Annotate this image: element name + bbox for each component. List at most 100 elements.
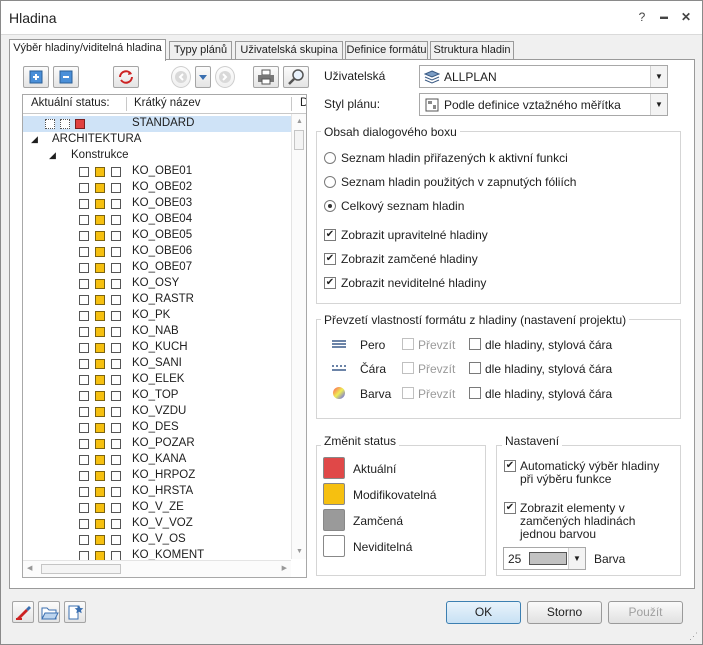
- status-checkbox[interactable]: [111, 487, 121, 497]
- status-color-button[interactable]: [323, 535, 345, 557]
- status-label[interactable]: Neviditelná: [353, 540, 412, 554]
- status-checkbox[interactable]: [75, 119, 85, 129]
- help-button[interactable]: ?: [634, 9, 650, 25]
- column-header-short-name[interactable]: Krátký název: [134, 97, 200, 109]
- status-checkbox[interactable]: [95, 375, 105, 385]
- status-checkbox[interactable]: [111, 343, 121, 353]
- status-checkbox[interactable]: [111, 183, 121, 193]
- status-checkbox[interactable]: [95, 215, 105, 225]
- layer-row[interactable]: KO_OSY: [23, 276, 293, 292]
- show-locked-checkbox[interactable]: ✔: [324, 253, 336, 265]
- status-checkbox[interactable]: [79, 359, 89, 369]
- status-checkbox[interactable]: [111, 327, 121, 337]
- status-checkbox[interactable]: [95, 327, 105, 337]
- layer-row[interactable]: KO_HRSTA: [23, 484, 293, 500]
- status-checkbox[interactable]: [95, 423, 105, 433]
- scroll-right-icon[interactable]: ▶: [282, 564, 287, 572]
- status-checkbox[interactable]: [79, 423, 89, 433]
- resize-grip-icon[interactable]: ⋰: [689, 631, 698, 642]
- scroll-left-icon[interactable]: ◀: [27, 564, 32, 572]
- status-checkbox[interactable]: [111, 311, 121, 321]
- status-checkbox[interactable]: [95, 359, 105, 369]
- status-checkbox[interactable]: [95, 487, 105, 497]
- status-checkbox[interactable]: [111, 407, 121, 417]
- layer-row[interactable]: KO_NAB: [23, 324, 293, 340]
- status-checkbox[interactable]: [111, 263, 121, 273]
- status-checkbox[interactable]: [111, 519, 121, 529]
- radio-active-function[interactable]: [324, 152, 336, 164]
- add-layer-button[interactable]: [23, 66, 49, 88]
- status-checkbox[interactable]: [79, 407, 89, 417]
- show-hidden-label[interactable]: Zobrazit neviditelné hladiny: [341, 276, 486, 290]
- ok-button[interactable]: OK: [446, 601, 521, 624]
- status-checkbox[interactable]: [111, 375, 121, 385]
- show-editable-checkbox[interactable]: ✔: [324, 229, 336, 241]
- layer-row[interactable]: KO_OBE06: [23, 244, 293, 260]
- status-checkbox[interactable]: [111, 295, 121, 305]
- status-checkbox[interactable]: [111, 535, 121, 545]
- status-checkbox[interactable]: [95, 391, 105, 401]
- show-editable-label[interactable]: Zobrazit upravitelné hladiny: [341, 228, 488, 242]
- radio-full-list[interactable]: [324, 200, 336, 212]
- layer-row[interactable]: KO_OBE05: [23, 228, 293, 244]
- show-locked-color-line3[interactable]: jednou barvou: [520, 527, 596, 541]
- pen-take-checkbox[interactable]: [402, 338, 414, 350]
- forward-button[interactable]: [215, 66, 235, 88]
- layer-row[interactable]: KO_V_ZE: [23, 500, 293, 516]
- line-by-layer-checkbox[interactable]: [469, 362, 481, 374]
- auto-select-label-line2[interactable]: při výběru funkce: [520, 472, 611, 486]
- column-header-d[interactable]: D: [300, 97, 306, 109]
- status-checkbox[interactable]: [95, 295, 105, 305]
- layer-row[interactable]: KO_OBE04: [23, 212, 293, 228]
- pen-by-layer-label[interactable]: dle hladiny, stylová čára: [485, 338, 612, 352]
- layer-row[interactable]: KO_OBE01: [23, 164, 293, 180]
- show-locked-color-checkbox[interactable]: ✔: [504, 502, 516, 514]
- tree-node-konstrukce[interactable]: ◢ Konstrukce: [23, 148, 293, 164]
- status-checkbox[interactable]: [95, 311, 105, 321]
- close-button[interactable]: ✕: [678, 9, 694, 25]
- expand-arrow-icon[interactable]: ◢: [31, 134, 38, 145]
- status-checkbox[interactable]: [79, 455, 89, 465]
- status-checkbox[interactable]: [79, 375, 89, 385]
- status-checkbox[interactable]: [79, 215, 89, 225]
- show-locked-color-line2[interactable]: zamčených hladinách: [520, 514, 635, 528]
- show-hidden-checkbox[interactable]: ✔: [324, 277, 336, 289]
- status-checkbox[interactable]: [79, 199, 89, 209]
- horizontal-scrollbar[interactable]: ◀ ▶: [23, 560, 291, 577]
- layer-row[interactable]: KO_VZDU: [23, 404, 293, 420]
- tree-row-standard[interactable]: STANDARD: [23, 116, 291, 132]
- status-checkbox[interactable]: [79, 183, 89, 193]
- layer-row[interactable]: KO_KANA: [23, 452, 293, 468]
- layer-row[interactable]: KO_ELEK: [23, 372, 293, 388]
- color-take-checkbox[interactable]: [402, 387, 414, 399]
- auto-select-checkbox[interactable]: ✔: [504, 460, 516, 472]
- status-checkbox[interactable]: [95, 263, 105, 273]
- status-checkbox[interactable]: [79, 439, 89, 449]
- vertical-scrollbar[interactable]: ▲ ▼: [291, 114, 306, 559]
- layer-row[interactable]: KO_KUCH: [23, 340, 293, 356]
- layer-row[interactable]: KO_TOP: [23, 388, 293, 404]
- print-button[interactable]: [253, 66, 279, 88]
- radio-active-function-label[interactable]: Seznam hladin přiřazených k aktivní funk…: [341, 151, 568, 165]
- scroll-down-icon[interactable]: ▼: [296, 548, 303, 555]
- status-checkbox[interactable]: [79, 343, 89, 353]
- tab-plan-types[interactable]: Typy plánů: [169, 41, 232, 60]
- layer-row[interactable]: KO_OBE03: [23, 196, 293, 212]
- radio-full-list-label[interactable]: Celkový seznam hladin: [341, 199, 464, 213]
- show-locked-label[interactable]: Zobrazit zamčené hladiny: [341, 252, 478, 266]
- status-checkbox[interactable]: [95, 471, 105, 481]
- layer-row[interactable]: KO_HRPOZ: [23, 468, 293, 484]
- status-checkbox[interactable]: [79, 327, 89, 337]
- tab-layer-structure[interactable]: Struktura hladin: [430, 41, 514, 60]
- status-color-button[interactable]: [323, 509, 345, 531]
- status-checkbox[interactable]: [95, 199, 105, 209]
- status-checkbox[interactable]: [79, 519, 89, 529]
- hscroll-thumb[interactable]: [41, 564, 121, 574]
- layer-row[interactable]: KO_POZAR: [23, 436, 293, 452]
- brush-button[interactable]: [12, 601, 34, 623]
- status-label[interactable]: Aktuální: [353, 462, 396, 476]
- status-checkbox[interactable]: [79, 503, 89, 513]
- status-checkbox[interactable]: [111, 167, 121, 177]
- refresh-button[interactable]: [113, 66, 139, 88]
- status-color-button[interactable]: [323, 457, 345, 479]
